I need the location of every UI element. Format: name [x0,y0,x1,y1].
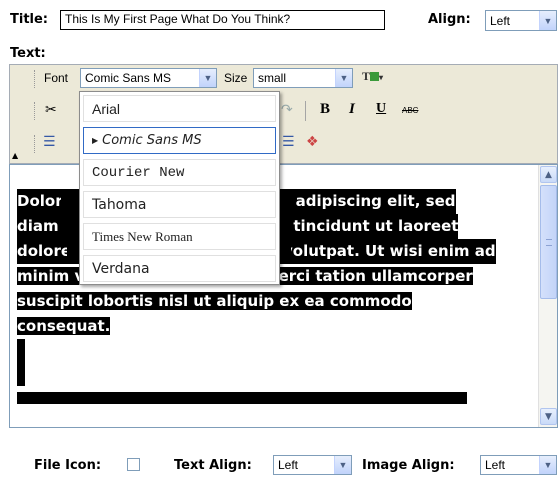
title-input[interactable]: This Is My First Page What Do You Think? [60,10,385,30]
chevron-down-icon[interactable]: ▼ [539,11,556,30]
text-label: Text: [10,46,46,61]
redo-icon[interactable]: ↷ [281,102,293,118]
italic-button[interactable]: I [349,101,355,118]
chevron-down-icon[interactable]: ▼ [334,456,351,474]
font-option-times-new-roman[interactable]: Times New Roman [83,223,276,250]
text-line: consequat. [17,317,111,335]
horizontal-rule-icon[interactable]: ☰ [282,134,295,150]
cut-icon[interactable]: ✂ [45,102,57,118]
text-line: dolore [17,239,72,264]
font-option-verdana[interactable]: Verdana [83,255,276,282]
scroll-up-icon[interactable]: ▲ [540,166,557,183]
title-label: Title: [10,12,49,27]
text-line: l tincidunt ut laoreet [283,214,459,239]
align-select[interactable]: Left ▼ [485,10,557,31]
image-align-value: Left [485,458,506,472]
text-align-label: Text Align: [174,458,252,473]
file-icon-label: File Icon: [34,458,102,473]
font-select[interactable]: Comic Sans MS ▼ [80,68,217,88]
font-label: Font [44,71,69,85]
font-option-tahoma[interactable]: Tahoma [83,191,276,218]
text-align-value: Left [278,458,299,472]
toolbar-grip[interactable] [34,70,37,88]
insert-image-icon[interactable]: ❖ [306,134,319,150]
size-label: Size [224,71,248,85]
chevron-down-icon[interactable]: ▼ [539,456,556,474]
strikethrough-button[interactable]: ABC [402,106,418,115]
underline-button[interactable]: U [376,101,386,117]
image-align-select[interactable]: Left ▼ [480,455,557,475]
file-icon-checkbox[interactable] [127,458,140,471]
size-select[interactable]: small ▼ [253,68,353,88]
text-line: r adipiscing elit, sed [283,189,456,214]
scrollbar-thumb[interactable] [540,185,557,299]
editor-scrollbar[interactable]: ▲ ▼ [538,165,557,427]
text-line: Dolor [17,189,63,214]
align-label: Align: [428,12,471,27]
font-option-label: Comic Sans MS [102,133,202,148]
size-select-value: small [258,71,287,85]
toolbar-grip[interactable] [34,135,37,153]
bold-button[interactable]: B [320,101,330,118]
selected-arrow-icon: ▶ [92,136,99,145]
font-dropdown-menu: Arial ▶ Comic Sans MS Courier New Tahoma … [79,91,280,285]
chevron-down-icon[interactable]: ▼ [199,69,216,87]
font-select-value: Comic Sans MS [85,71,172,85]
toolbar-collapse-icon[interactable]: ▲ [12,151,18,160]
image-align-label: Image Align: [362,458,455,473]
font-option-courier-new[interactable]: Courier New [83,159,276,186]
toolbar-separator [305,101,306,121]
text-line: suscipit lobortis nisl ut aliquip ex ea … [17,292,412,310]
text-line: volutpat. Ut wisi enim ad [283,239,496,264]
font-option-arial[interactable]: Arial [83,95,276,122]
numbered-list-icon[interactable]: ☰ [43,134,56,150]
scroll-down-icon[interactable]: ▼ [540,408,557,425]
chevron-down-icon[interactable]: ▼ [335,69,352,87]
text-color-icon[interactable]: T ▾ [362,69,383,84]
text-align-select[interactable]: Left ▼ [273,455,352,475]
align-select-value: Left [490,13,511,28]
toolbar-grip[interactable] [34,102,37,120]
font-option-comic-sans[interactable]: ▶ Comic Sans MS [83,127,276,154]
